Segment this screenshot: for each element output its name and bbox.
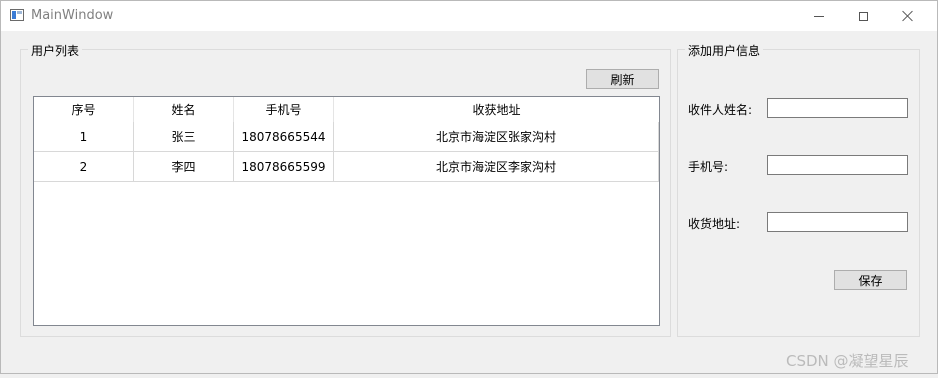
refresh-button[interactable]: 刷新: [586, 69, 659, 89]
add-user-group: 添加用户信息 收件人姓名: 手机号: 收货地址: 保存: [677, 42, 920, 337]
maximize-button[interactable]: [840, 1, 886, 31]
cell-phone[interactable]: 18078665599: [234, 152, 334, 181]
address-input[interactable]: [767, 212, 908, 232]
cell-name[interactable]: 张三: [134, 122, 234, 151]
cell-index[interactable]: 1: [34, 122, 134, 151]
title-bar[interactable]: MainWindow: [1, 1, 937, 31]
minimize-button[interactable]: [796, 1, 842, 31]
maximize-icon: [858, 11, 868, 21]
recipient-name-label: 收件人姓名:: [688, 103, 753, 117]
add-user-group-title: 添加用户信息: [685, 42, 764, 59]
save-button[interactable]: 保存: [834, 270, 907, 290]
cell-address[interactable]: 北京市海淀区张家沟村: [334, 122, 659, 151]
close-icon: [902, 10, 914, 22]
recipient-name-input[interactable]: [767, 98, 908, 118]
window-title: MainWindow: [31, 8, 114, 23]
phone-label: 手机号:: [688, 160, 729, 174]
cell-address[interactable]: 北京市海淀区李家沟村: [334, 152, 659, 181]
cell-phone[interactable]: 18078665544: [234, 122, 334, 151]
table-row[interactable]: 2 李四 18078665599 北京市海淀区李家沟村: [34, 152, 659, 182]
user-list-group-title: 用户列表: [28, 42, 83, 59]
close-button[interactable]: [885, 1, 931, 31]
main-window: MainWindow 用户列表 刷新 序号 姓名 手机号 收获地址 1 张三 1…: [0, 0, 938, 374]
table-header: 序号 姓名 手机号 收获地址: [34, 97, 659, 122]
table-row[interactable]: 1 张三 18078665544 北京市海淀区张家沟村: [34, 122, 659, 152]
app-window-icon: [10, 9, 24, 21]
minimize-icon: [814, 15, 824, 17]
cell-index[interactable]: 2: [34, 152, 134, 181]
watermark: CSDN @凝望星辰: [786, 352, 909, 370]
user-table[interactable]: 序号 姓名 手机号 收获地址 1 张三 18078665544 北京市海淀区张家…: [33, 96, 660, 326]
column-header-address[interactable]: 收获地址: [334, 97, 659, 122]
user-list-group: 用户列表 刷新 序号 姓名 手机号 收获地址 1 张三 18078665544 …: [20, 42, 671, 337]
column-header-index[interactable]: 序号: [34, 97, 134, 122]
column-header-name[interactable]: 姓名: [134, 97, 234, 122]
phone-input[interactable]: [767, 155, 908, 175]
column-header-phone[interactable]: 手机号: [234, 97, 334, 122]
address-label: 收货地址:: [688, 217, 741, 231]
cell-name[interactable]: 李四: [134, 152, 234, 181]
